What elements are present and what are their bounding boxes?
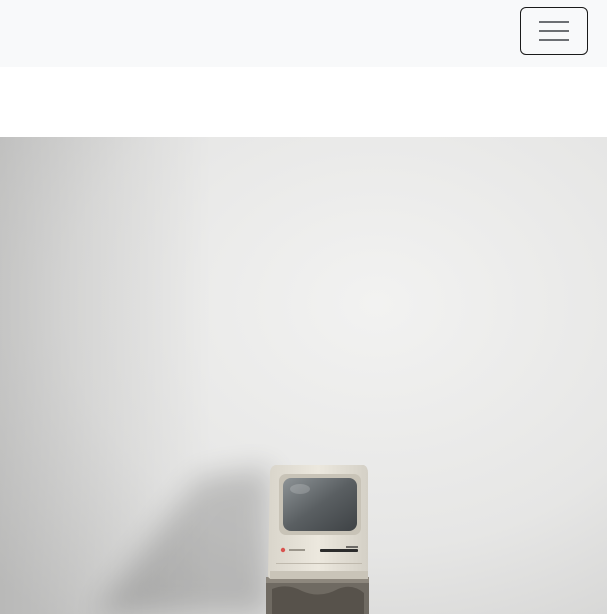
header-spacer <box>0 67 607 137</box>
hamburger-menu-icon <box>539 21 569 41</box>
navbar <box>0 0 607 67</box>
computer-stand <box>266 577 369 614</box>
vintage-computer <box>268 465 368 579</box>
floppy-slot <box>320 549 358 552</box>
apple-logo-icon <box>280 547 286 553</box>
navbar-toggler-button[interactable] <box>520 7 588 55</box>
hero-image <box>0 137 607 614</box>
vintage-computer-photo <box>0 137 607 614</box>
